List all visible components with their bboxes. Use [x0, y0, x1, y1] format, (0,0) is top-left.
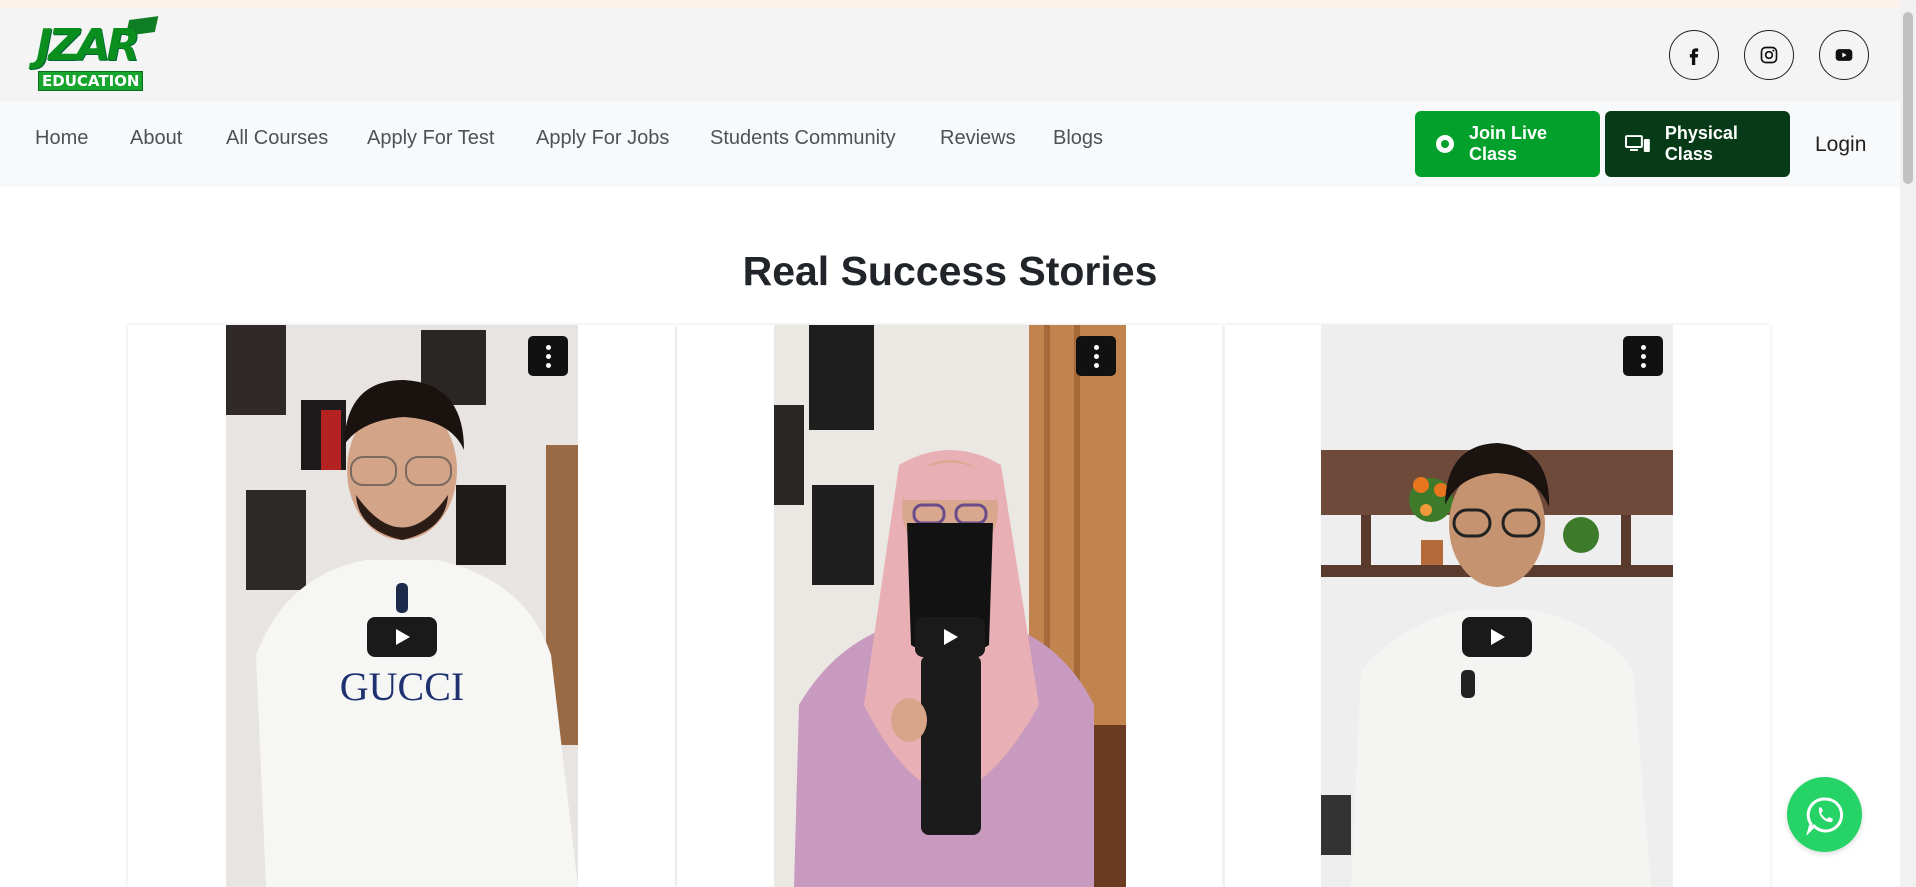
nav-all-courses[interactable]: All Courses: [226, 127, 328, 150]
logo-wordmark: JZAR: [36, 20, 140, 71]
physical-class-button[interactable]: Physical Class: [1605, 111, 1790, 177]
scrollbar-thumb[interactable]: [1903, 12, 1913, 184]
facebook-icon: [1689, 48, 1699, 65]
video-play-button[interactable]: [915, 617, 985, 657]
top-strip: [0, 0, 1900, 8]
shirt-print-text: GUCCI: [340, 664, 464, 709]
nav-about[interactable]: About: [130, 127, 182, 150]
main-navbar: Home About All Courses Apply For Test Ap…: [0, 101, 1900, 187]
logo-subtitle: EDUCATION: [38, 71, 144, 91]
video-thumbnail-1: GUCCI: [226, 325, 578, 887]
page-scrollbar[interactable]: [1900, 0, 1916, 887]
join-live-class-label: Join Live Class: [1468, 123, 1548, 164]
story-video-2[interactable]: [774, 325, 1126, 887]
youtube-icon: [1835, 49, 1853, 61]
join-live-class-button[interactable]: Join Live Class: [1415, 111, 1600, 177]
physical-class-label: Physical Class: [1664, 123, 1738, 164]
play-icon: [1491, 629, 1505, 645]
site-logo[interactable]: JZAR EDUCATION: [36, 16, 159, 92]
video-play-button[interactable]: [367, 617, 437, 657]
nav-apply-for-jobs[interactable]: Apply For Jobs: [536, 127, 669, 150]
video-play-button[interactable]: [1462, 617, 1532, 657]
story-video-3[interactable]: [1321, 325, 1673, 887]
facebook-link[interactable]: [1669, 30, 1719, 80]
play-icon: [396, 629, 410, 645]
video-thumbnail-3: [1321, 325, 1673, 887]
devices-icon: [1625, 135, 1650, 152]
video-menu-button[interactable]: [1623, 336, 1663, 376]
page: JZAR EDUCATION Home About All Courses Ap…: [0, 0, 1916, 887]
instagram-icon: [1760, 46, 1778, 64]
whatsapp-icon: [1805, 796, 1843, 835]
play-icon: [944, 629, 958, 645]
nav-students-community[interactable]: Students Community: [710, 127, 896, 150]
nav-apply-for-test[interactable]: Apply For Test: [367, 127, 494, 150]
instagram-link[interactable]: [1744, 30, 1794, 80]
top-bar: JZAR EDUCATION: [0, 8, 1900, 101]
nav-reviews[interactable]: Reviews: [940, 127, 1016, 150]
whatsapp-chat-button[interactable]: [1787, 777, 1862, 852]
live-dot-icon: [1435, 135, 1454, 153]
nav-home[interactable]: Home: [35, 127, 88, 150]
video-menu-button[interactable]: [528, 336, 568, 376]
video-menu-button[interactable]: [1076, 336, 1116, 376]
nav-blogs[interactable]: Blogs: [1053, 127, 1103, 150]
section-title: Real Success Stories: [742, 248, 1158, 294]
login-link[interactable]: Login: [1815, 133, 1866, 157]
youtube-link[interactable]: [1819, 30, 1869, 80]
video-thumbnail-2: [774, 325, 1126, 887]
story-video-1[interactable]: GUCCI: [226, 325, 578, 887]
